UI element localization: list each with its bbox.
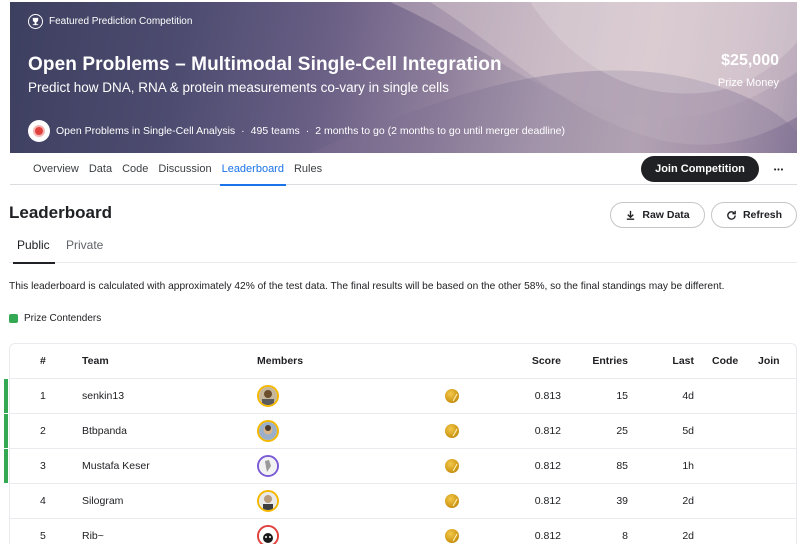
column-last[interactable]: Last (672, 355, 694, 367)
deadline-text: 2 months to go (2 months to go until mer… (315, 125, 566, 137)
row-rank: 3 (40, 460, 46, 472)
prize-contender-marker (4, 379, 8, 413)
leaderboard-note: This leaderboard is calculated with appr… (9, 281, 725, 292)
join-competition-button[interactable]: Join Competition (641, 156, 759, 182)
tab-overview[interactable]: Overview (28, 153, 84, 185)
row-entries: 85 (616, 460, 628, 472)
gold-medal-icon (445, 424, 459, 438)
column-code: Code (712, 355, 739, 367)
column-join: Join (758, 355, 780, 367)
host-name[interactable]: Open Problems in Single-Cell Analysis (56, 125, 235, 137)
legend-label: Prize Contenders (24, 313, 102, 324)
trophy-icon (28, 14, 43, 29)
refresh-button[interactable]: Refresh (711, 202, 797, 228)
row-score: 0.812 (534, 530, 561, 542)
row-rank: 5 (40, 530, 46, 542)
table-row[interactable]: 5 Rib~ 0.812 8 2d (10, 519, 796, 544)
competition-title: Open Problems – Multimodal Single-Cell I… (28, 54, 502, 75)
row-entries: 25 (616, 425, 628, 437)
row-score: 0.813 (534, 390, 561, 402)
column-team[interactable]: Team (82, 355, 109, 367)
raw-data-label: Raw Data (642, 209, 690, 221)
host-logo-icon[interactable] (28, 120, 50, 142)
refresh-icon (727, 210, 736, 220)
row-last: 2d (682, 530, 694, 542)
column-score[interactable]: Score (532, 355, 561, 367)
row-rank: 1 (40, 390, 46, 402)
leaderboard-table: # Team Members Score Entries Last Code J… (9, 343, 797, 544)
leaderboard-title: Leaderboard (9, 203, 112, 222)
competition-type-label: Featured Prediction Competition (49, 16, 193, 27)
avatar[interactable] (257, 420, 279, 442)
row-score: 0.812 (534, 425, 561, 437)
row-team-name[interactable]: Mustafa Keser (82, 460, 150, 472)
row-last: 1h (682, 460, 694, 472)
row-entries: 39 (616, 495, 628, 507)
competition-meta: Open Problems in Single-Cell Analysis · … (28, 120, 565, 142)
tab-private[interactable]: Private (66, 232, 103, 263)
gold-medal-icon (445, 389, 459, 403)
raw-data-button[interactable]: Raw Data (610, 202, 705, 228)
team-count: 495 teams (250, 125, 300, 137)
refresh-label: Refresh (742, 209, 783, 221)
table-row[interactable]: 4 Silogram 0.812 39 2d (10, 484, 796, 519)
competition-type-badge: Featured Prediction Competition (28, 14, 192, 29)
tab-code[interactable]: Code (117, 153, 153, 185)
competition-subtitle: Predict how DNA, RNA & protein measureme… (28, 80, 449, 95)
prize-contender-marker (4, 414, 8, 448)
table-row[interactable]: 3 Mustafa Keser 0.812 85 1h (10, 449, 796, 484)
avatar[interactable] (257, 525, 279, 544)
nav-tabs: Overview Data Code Discussion Leaderboar… (28, 153, 327, 186)
meta-separator: · (305, 125, 310, 137)
row-last: 2d (682, 495, 694, 507)
tab-rules[interactable]: Rules (289, 153, 327, 185)
row-team-name[interactable]: Silogram (82, 495, 123, 507)
column-entries[interactable]: Entries (592, 355, 628, 367)
row-team-name[interactable]: senkin13 (82, 390, 124, 402)
avatar[interactable] (257, 455, 279, 477)
competition-hero-banner: Featured Prediction Competition Open Pro… (10, 2, 797, 153)
prize-amount: $25,000 (721, 52, 779, 69)
avatar[interactable] (257, 385, 279, 407)
more-options-button[interactable]: ••• (768, 156, 790, 182)
gold-medal-icon (445, 494, 459, 508)
table-header: # Team Members Score Entries Last Code J… (10, 344, 796, 379)
gold-medal-icon (445, 529, 459, 543)
row-score: 0.812 (534, 495, 561, 507)
prize-contender-swatch (9, 314, 18, 323)
column-rank[interactable]: # (40, 355, 46, 367)
column-members[interactable]: Members (257, 355, 303, 367)
prize-label: Prize Money (717, 77, 779, 89)
row-team-name[interactable]: Btbpanda (82, 425, 127, 437)
row-score: 0.812 (534, 460, 561, 472)
row-entries: 15 (616, 390, 628, 402)
row-last: 5d (682, 425, 694, 437)
row-last: 4d (682, 390, 694, 402)
download-icon (627, 210, 635, 220)
leaderboard-tabs: Public Private (9, 232, 797, 264)
avatar[interactable] (257, 490, 279, 512)
meta-separator: · (241, 125, 245, 137)
table-row[interactable]: 1 senkin13 0.813 15 4d (10, 379, 796, 414)
row-rank: 2 (40, 425, 46, 437)
more-icon: ••• (773, 167, 785, 174)
gold-medal-icon (445, 459, 459, 473)
table-row[interactable]: 2 Btbpanda 0.812 25 5d (10, 414, 796, 449)
competition-nav: Overview Data Code Discussion Leaderboar… (10, 153, 797, 186)
row-entries: 8 (622, 530, 628, 542)
tab-data[interactable]: Data (84, 153, 117, 185)
tab-public[interactable]: Public (13, 232, 55, 264)
tab-discussion[interactable]: Discussion (153, 153, 216, 185)
row-rank: 4 (40, 495, 46, 507)
prize-contender-marker (4, 449, 8, 483)
prize-contenders-legend: Prize Contenders (9, 313, 101, 324)
row-team-name[interactable]: Rib~ (82, 530, 104, 542)
tab-leaderboard[interactable]: Leaderboard (217, 153, 289, 186)
